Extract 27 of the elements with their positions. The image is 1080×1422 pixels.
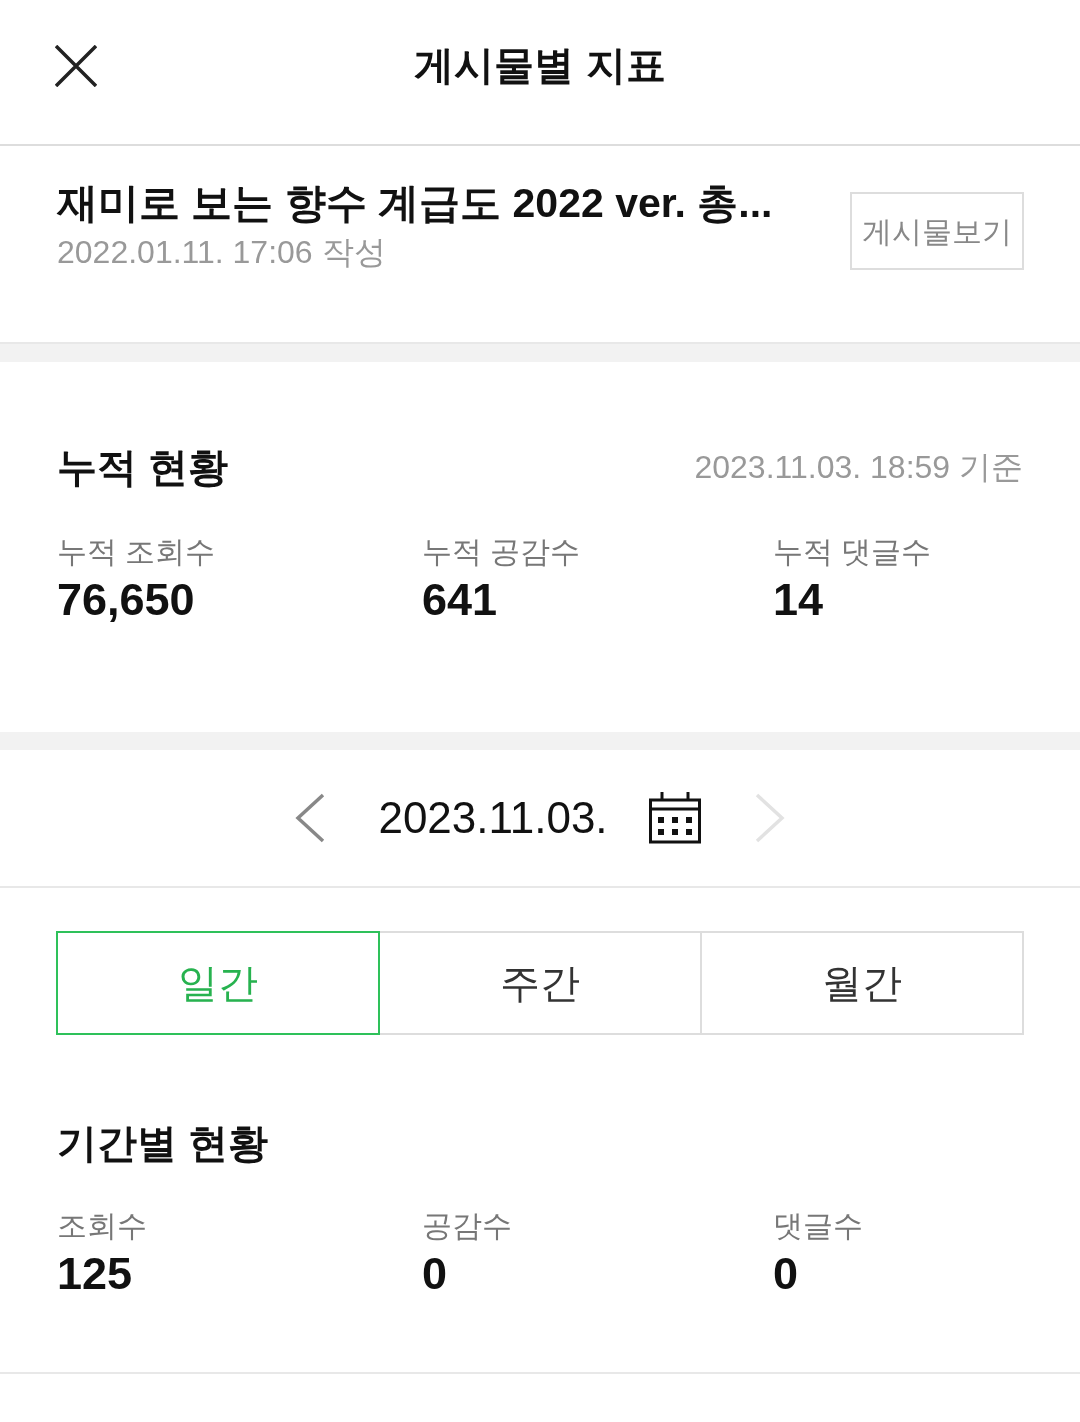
calendar-button[interactable] xyxy=(647,791,702,845)
stat-value: 0 xyxy=(773,1247,799,1301)
page-title: 게시물별 지표 xyxy=(414,42,666,89)
close-icon xyxy=(55,45,97,87)
stat-label: 누적 조회수 xyxy=(57,534,216,570)
section-heading: 누적 현황 xyxy=(57,444,229,491)
stat-value: 14 xyxy=(773,573,824,627)
stat-label: 공감수 xyxy=(422,1208,512,1244)
period-tab[interactable]: 월간 xyxy=(700,931,1024,1035)
stat-value: 76,650 xyxy=(57,573,195,627)
stat-label: 누적 댓글수 xyxy=(773,534,932,570)
period-tab[interactable]: 주간 xyxy=(378,931,702,1035)
chevron-right-icon xyxy=(754,793,785,843)
stat-value: 125 xyxy=(57,1247,133,1301)
selected-date: 2023.11.03. xyxy=(378,792,608,844)
stat-value: 0 xyxy=(422,1247,448,1301)
calendar-icon xyxy=(648,792,701,844)
stat-value: 641 xyxy=(422,573,498,627)
chevron-left-icon xyxy=(295,793,326,843)
stat-label: 조회수 xyxy=(57,1208,147,1244)
stat-label: 댓글수 xyxy=(773,1208,863,1244)
post-date: 2022.01.11. 17:06 작성 xyxy=(57,233,386,272)
post-title: 재미로 보는 향수 계급도 2022 ver. 총... xyxy=(57,179,773,228)
stat-label: 누적 공감수 xyxy=(422,534,581,570)
as-of-time: 2023.11.03. 18:59 기준 xyxy=(694,448,1023,487)
section-heading: 기간별 현황 xyxy=(57,1120,269,1167)
view-post-button[interactable]: 게시물보기 xyxy=(850,192,1024,270)
